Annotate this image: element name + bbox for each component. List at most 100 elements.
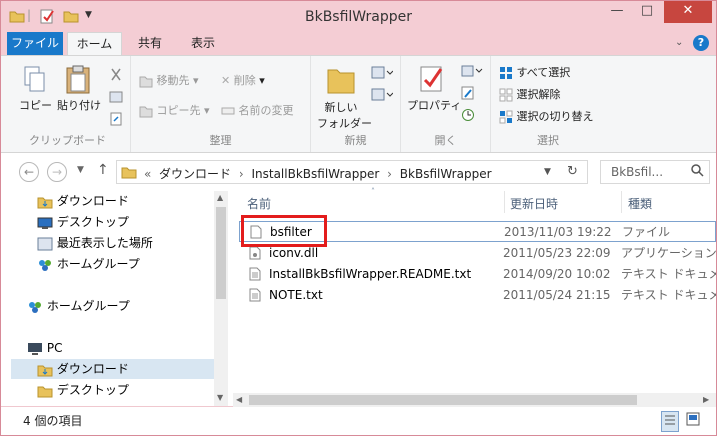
breadcrumb: « ダウンロード › InstallBkBsfilWrapper › BkBsf… [144,165,492,182]
maximize-button[interactable]: □ [632,1,662,23]
easy-access-icon[interactable] [371,88,394,105]
help-icon[interactable]: ? [693,35,709,51]
up-icon[interactable]: ↑ [97,162,109,178]
group-clipboard: コピー 貼り付け クリップボード [5,56,131,152]
breadcrumb-install[interactable]: InstallBkBsfilWrapper [251,167,379,181]
paste-button[interactable]: 貼り付け [57,64,101,113]
nav-item-desktop[interactable]: デスクトップ [37,212,129,232]
navigation-bar: ← → ▼ ↑ « ダウンロード › InstallBkBsfilWrapper… [1,153,716,191]
nav-label: ホームグループ [46,299,130,313]
back-button[interactable]: ← [19,162,39,182]
forward-button[interactable]: → [47,162,67,182]
column-divider[interactable] [621,191,622,213]
address-bar[interactable]: « ダウンロード › InstallBkBsfilWrapper › BkBsf… [116,160,588,184]
nav-item-pc-downloads[interactable]: ダウンロード [11,359,214,379]
tab-view[interactable]: 表示 [177,32,229,55]
nav-item-homegroup-root[interactable]: ホームグループ [27,296,130,316]
nav-item-recent[interactable]: 最近表示した場所 [37,233,153,253]
file-date: 2013/11/03 19:22 [504,225,612,239]
scroll-left-icon[interactable]: ◀ [236,395,242,404]
search-placeholder: BkBsfil... [611,165,664,179]
nav-pane-scrollbar[interactable]: ▲ ▼ [214,191,228,406]
search-box[interactable]: BkBsfil... [600,160,710,184]
nav-item-homegroup[interactable]: ホームグループ [37,254,140,274]
paste-label: 貼り付け [57,99,101,112]
search-icon[interactable] [691,164,704,180]
properties-button[interactable]: プロパティ [407,64,461,113]
column-divider[interactable] [504,191,505,213]
nav-label: ホームグループ [56,257,140,271]
copy-button[interactable]: コピー [19,64,52,113]
breadcrumb-current[interactable]: BkBsfilWrapper [400,167,492,181]
nav-item-downloads[interactable]: ダウンロード [37,191,129,211]
h-scroll-thumb[interactable] [249,395,637,405]
scroll-down-icon[interactable]: ▼ [217,393,223,402]
tab-share[interactable]: 共有 [125,32,175,55]
nav-label: ダウンロード [56,362,129,376]
ribbon: コピー 貼り付け クリップボード 移動先 ▾ ✕ 削除 ▾ コピー先 ▾ 名前の… [1,55,716,153]
file-row[interactable]: InstallBkBsfilWrapper.README.txt 2014/09… [239,264,716,285]
nav-label: PC [46,341,63,355]
move-to-button[interactable]: 移動先 ▾ [139,72,199,88]
highlight-box [241,215,327,247]
close-button[interactable]: ✕ [664,1,712,23]
open-icon[interactable] [461,64,483,81]
large-icons-view-icon[interactable] [685,411,701,430]
nav-item-pc-desktop[interactable]: デスクトップ [37,380,129,400]
breadcrumb-downloads[interactable]: ダウンロード [159,167,231,181]
nav-label: デスクトップ [56,215,129,229]
new-folder-button[interactable]: 新しい フォルダー [317,62,372,131]
rename-label: 名前の変更 [238,104,294,117]
invert-selection-label: 選択の切り替え [516,110,594,123]
breadcrumb-separator[interactable]: › [383,167,396,181]
address-folder-icon [121,164,137,183]
nav-scroll-thumb[interactable] [216,207,226,299]
group-open: プロパティ 開く [401,56,491,152]
scroll-right-icon[interactable]: ▶ [703,395,709,404]
group-organize: 移動先 ▾ ✕ 削除 ▾ コピー先 ▾ 名前の変更 整理 [131,56,311,152]
details-view-icon[interactable] [661,411,679,432]
nav-label: ダウンロード [56,194,129,208]
paste-shortcut-icon[interactable] [109,112,123,129]
content-area: ダウンロード デスクトップ 最近表示した場所 ホームグループ ホームグループ P… [1,187,716,406]
history-icon[interactable] [461,108,475,125]
file-list: ˄ 名前 更新日時 種類 bsfilter 2013/11/03 19:22 フ… [233,187,716,406]
select-all-button[interactable]: すべて選択 [499,64,570,80]
new-folder-label-1: 新しい [324,101,358,114]
file-type: アプリケーション拡張 [621,246,716,260]
horizontal-scrollbar[interactable]: ◀ ▶ [233,393,716,407]
new-item-icon[interactable] [371,66,394,83]
status-bar: 4 個の項目 [1,407,716,435]
refresh-icon[interactable]: ↻ [567,164,578,179]
tab-home[interactable]: ホーム [67,32,122,56]
cut-icon[interactable] [109,68,123,85]
expand-ribbon-icon[interactable]: ⌄ [675,37,683,48]
title-bar: | ▼ BkBsfilWrapper — □ ✕ [1,1,716,32]
group-select: すべて選択 選択解除 選択の切り替え 選択 [491,56,605,152]
address-dropdown-icon[interactable]: ▼ [544,167,551,177]
column-header-name[interactable]: 名前 [247,195,271,212]
clipboard-group-label: クリップボード [29,134,106,147]
nav-item-pc[interactable]: PC [27,338,62,358]
copy-to-button[interactable]: コピー先 ▾ [139,102,210,118]
recent-locations-icon[interactable]: ▼ [77,165,84,175]
rename-button[interactable]: 名前の変更 [221,102,294,118]
ribbon-tabs: ファイル ホーム 共有 表示 ⌄ ? [1,32,716,56]
column-header-date[interactable]: 更新日時 [510,195,558,212]
edit-icon[interactable] [461,86,475,103]
minimize-button[interactable]: — [602,1,632,23]
sort-ascending-icon: ˄ [371,187,375,196]
scroll-up-icon[interactable]: ▲ [217,193,223,202]
file-type: テキスト ドキュメント [621,288,716,302]
copy-path-icon[interactable] [109,90,123,107]
select-none-button[interactable]: 選択解除 [499,86,561,102]
breadcrumb-overflow[interactable]: « [144,167,151,181]
invert-selection-button[interactable]: 選択の切り替え [499,108,594,124]
nav-label: 最近表示した場所 [56,236,153,250]
file-name: InstallBkBsfilWrapper.README.txt [269,267,472,281]
column-header-type[interactable]: 種類 [628,195,652,212]
delete-button[interactable]: ✕ 削除 ▾ [221,72,265,88]
file-row[interactable]: NOTE.txt 2011/05/24 21:15 テキスト ドキュメント [239,285,716,306]
tab-file[interactable]: ファイル [7,32,63,55]
breadcrumb-separator[interactable]: › [235,167,248,181]
